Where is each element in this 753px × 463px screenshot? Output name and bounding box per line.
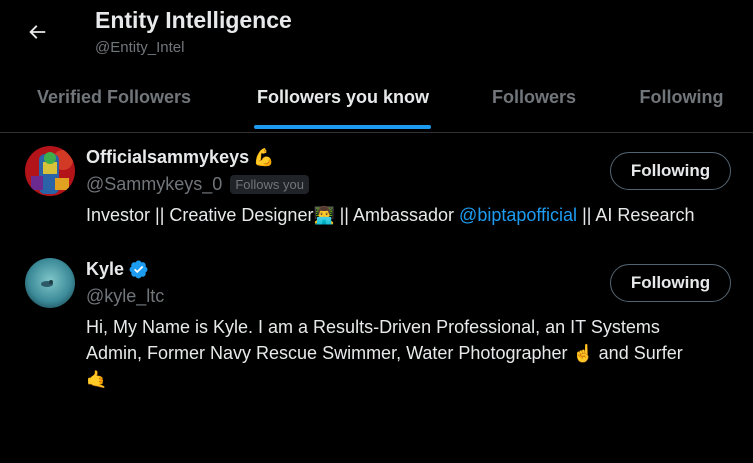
user-handle[interactable]: @kyle_ltc [86, 286, 164, 307]
active-tab-indicator [254, 125, 431, 129]
tab-followers-you-know[interactable]: Followers you know [228, 62, 458, 132]
user-bio: Investor || Creative Designer👨‍💻 || Amba… [86, 202, 746, 229]
bio-text: || AI Research [577, 205, 695, 225]
bio-text: Admin, Former Navy Rescue Swimmer, Water… [86, 343, 573, 363]
bio-line: Admin, Former Navy Rescue Swimmer, Water… [86, 340, 746, 367]
user-name-row: Officialsammykeys 💪 [86, 147, 274, 168]
tab-following[interactable]: Following [610, 62, 753, 132]
tab-followers[interactable]: Followers [458, 62, 610, 132]
bio-line: Hi, My Name is Kyle. I am a Results-Driv… [86, 317, 660, 337]
user-name[interactable]: Kyle [86, 259, 124, 280]
bio-mention-link[interactable]: @biptapofficial [459, 205, 577, 225]
header: Entity Intelligence @Entity_Intel [0, 0, 753, 62]
flexed-biceps-emoji: 💪 [253, 147, 275, 167]
verified-badge-icon [129, 260, 148, 279]
bio-text: Investor || Creative Designer [86, 205, 314, 225]
bio-text: || Ambassador [334, 205, 460, 225]
follows-you-badge: Follows you [230, 175, 309, 194]
tab-verified-followers[interactable]: Verified Followers [0, 62, 228, 132]
avatar[interactable] [25, 146, 75, 196]
call-me-hand-emoji: 🤙 [86, 370, 108, 389]
user-handle[interactable]: @Sammykeys_0 [86, 174, 222, 195]
user-handle-row: @kyle_ltc [86, 286, 164, 307]
list-item[interactable]: Kyle @kyle_ltc Following Hi, My Name is … [0, 245, 753, 395]
avatar[interactable] [25, 258, 75, 308]
index-pointing-up-emoji: ☝️ [572, 344, 594, 363]
list-item[interactable]: Officialsammykeys 💪 @Sammykeys_0 Follows… [0, 133, 753, 245]
technologist-emoji: 👨‍💻 [313, 206, 335, 225]
user-name[interactable]: Officialsammykeys [86, 147, 249, 168]
following-button[interactable]: Following [610, 152, 731, 190]
user-bio: Hi, My Name is Kyle. I am a Results-Driv… [86, 314, 746, 393]
bio-text: and Surfer [593, 343, 683, 363]
page-title: Entity Intelligence [95, 7, 292, 33]
tab-bar: Verified Followers Followers you know Fo… [0, 62, 753, 133]
avatar-image [25, 258, 75, 308]
following-button[interactable]: Following [610, 264, 731, 302]
avatar-image [25, 146, 75, 196]
back-button[interactable] [18, 13, 56, 51]
user-handle-row: @Sammykeys_0 Follows you [86, 174, 309, 195]
arrow-left-icon [29, 25, 46, 39]
user-name-row: Kyle [86, 259, 149, 280]
page-handle: @Entity_Intel [95, 39, 185, 56]
